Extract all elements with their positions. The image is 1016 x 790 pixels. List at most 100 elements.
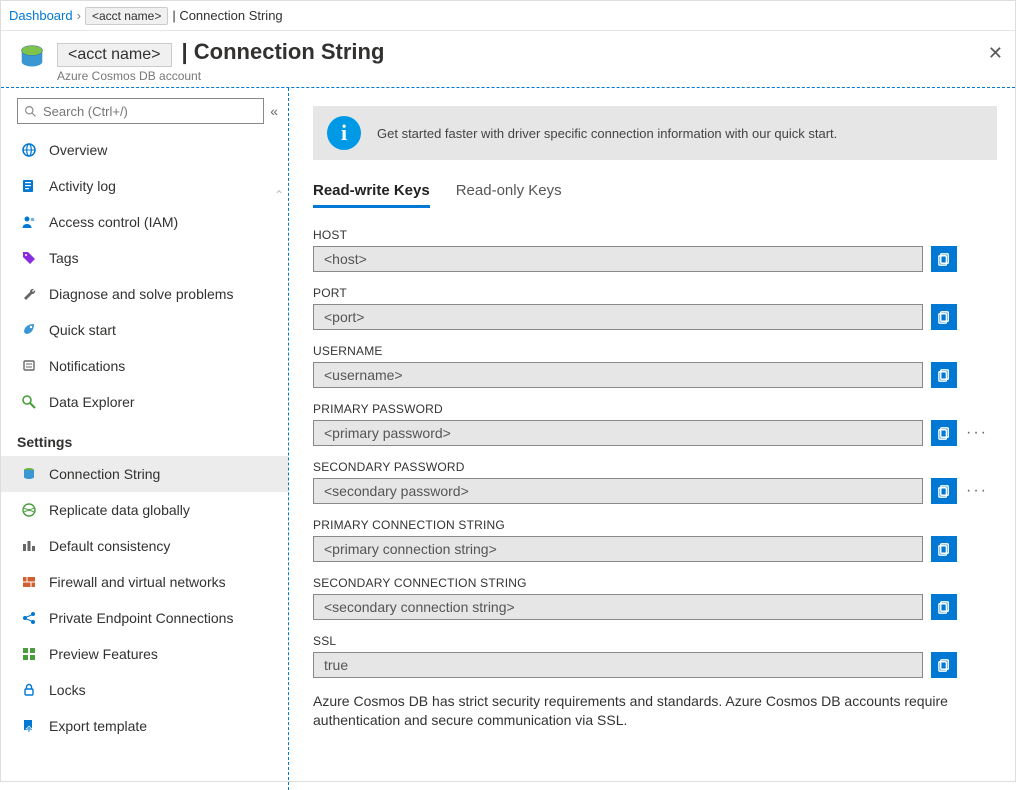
export-icon [21,718,37,734]
field-primary-connection-string: PRIMARY CONNECTION STRING <primary conne… [313,518,997,562]
wrench-icon [21,286,37,302]
nav-data-explorer[interactable]: Data Explorer [1,384,288,420]
value-username[interactable]: <username> [313,362,923,388]
label-primary-password: PRIMARY PASSWORD [313,402,997,416]
nav-export-template[interactable]: Export template [1,708,288,744]
field-ssl: SSL true [313,634,997,678]
nav-label: Activity log [49,178,116,194]
nav-activity-log[interactable]: Activity log [1,168,288,204]
page-title: | Connection String [182,39,385,65]
db-icon [21,466,37,482]
globe-icon [21,142,37,158]
nav-locks[interactable]: Locks [1,672,288,708]
copy-username-button[interactable] [931,362,957,388]
nav-label: Private Endpoint Connections [49,610,233,626]
nav-label: Replicate data globally [49,502,190,518]
tabs: Read-write Keys Read-only Keys [313,182,997,208]
nav-private-endpoint[interactable]: Private Endpoint Connections [1,600,288,636]
nav-tags[interactable]: Tags [1,240,288,276]
header-account-name: <acct name> [57,43,172,67]
value-primary-password[interactable]: <primary password> [313,420,923,446]
tab-read-write[interactable]: Read-write Keys [313,182,430,208]
field-secondary-password: SECONDARY PASSWORD <secondary password> … [313,460,997,504]
copy-secondary-connection-string-button[interactable] [931,594,957,620]
nav-consistency[interactable]: Default consistency [1,528,288,564]
field-host: HOST <host> [313,228,997,272]
explorer-icon [21,394,37,410]
nav-label: Export template [49,718,147,734]
main-content: i Get started faster with driver specifi… [289,88,1015,790]
field-port: PORT <port> [313,286,997,330]
scrollbar-up-icon[interactable]: ⌃ [274,188,284,202]
copy-primary-connection-string-button[interactable] [931,536,957,562]
nav-label: Locks [49,682,86,698]
more-secondary-password-button[interactable]: ··· [965,482,989,500]
copy-port-button[interactable] [931,304,957,330]
field-primary-password: PRIMARY PASSWORD <primary password> ··· [313,402,997,446]
nav-label: Diagnose and solve problems [49,286,233,302]
nav-access-control[interactable]: Access control (IAM) [1,204,288,240]
grid-icon [21,646,37,662]
search-icon [24,105,37,118]
network-icon [21,610,37,626]
bell-icon [21,358,37,374]
sidebar: « ⌃ Overview Activity log Access control… [1,88,289,790]
nav-notifications[interactable]: Notifications [1,348,288,384]
value-secondary-connection-string[interactable]: <secondary connection string> [313,594,923,620]
nav-label: Tags [49,250,79,266]
globe-replicate-icon [21,502,37,518]
info-icon: i [327,116,361,150]
label-host: HOST [313,228,997,242]
nav-label: Default consistency [49,538,170,554]
nav-label: Firewall and virtual networks [49,574,226,590]
nav-preview[interactable]: Preview Features [1,636,288,672]
nav-label: Quick start [49,322,116,338]
log-icon [21,178,37,194]
info-banner: i Get started faster with driver specifi… [313,106,997,160]
value-primary-connection-string[interactable]: <primary connection string> [313,536,923,562]
breadcrumb: Dashboard › <acct name> | Connection Str… [1,1,1015,31]
more-primary-password-button[interactable]: ··· [965,424,989,442]
label-secondary-connection-string: SECONDARY CONNECTION STRING [313,576,997,590]
label-secondary-password: SECONDARY PASSWORD [313,460,997,474]
copy-ssl-button[interactable] [931,652,957,678]
value-host[interactable]: <host> [313,246,923,272]
label-port: PORT [313,286,997,300]
nav-label: Data Explorer [49,394,135,410]
tab-read-only[interactable]: Read-only Keys [456,182,562,208]
nav-firewall[interactable]: Firewall and virtual networks [1,564,288,600]
nav-label: Notifications [49,358,125,374]
chevron-right-icon: › [77,8,81,23]
label-username: USERNAME [313,344,997,358]
people-icon [21,214,37,230]
blade-header: <acct name> | Connection String Azure Co… [1,31,1015,88]
nav-label: Preview Features [49,646,158,662]
collapse-sidebar-button[interactable]: « [270,103,278,119]
value-port[interactable]: <port> [313,304,923,330]
nav-label: Connection String [49,466,160,482]
label-ssl: SSL [313,634,997,648]
field-secondary-connection-string: SECONDARY CONNECTION STRING <secondary c… [313,576,997,620]
consistency-icon [21,538,37,554]
breadcrumb-dashboard[interactable]: Dashboard [9,8,73,23]
copy-secondary-password-button[interactable] [931,478,957,504]
label-primary-connection-string: PRIMARY CONNECTION STRING [313,518,997,532]
search-field[interactable] [43,104,257,119]
nav-quick-start[interactable]: Quick start [1,312,288,348]
security-note: Azure Cosmos DB has strict security requ… [313,692,973,730]
copy-host-button[interactable] [931,246,957,272]
value-secondary-password[interactable]: <secondary password> [313,478,923,504]
nav-connection-string[interactable]: Connection String [1,456,288,492]
breadcrumb-tail: | Connection String [172,8,282,23]
copy-primary-password-button[interactable] [931,420,957,446]
nav-overview[interactable]: Overview [1,132,288,168]
nav-label: Access control (IAM) [49,214,178,230]
nav-replicate[interactable]: Replicate data globally [1,492,288,528]
rocket-icon [21,322,37,338]
nav-diagnose[interactable]: Diagnose and solve problems [1,276,288,312]
search-input[interactable] [17,98,264,124]
field-username: USERNAME <username> [313,344,997,388]
close-button[interactable]: ✕ [988,43,1003,64]
value-ssl[interactable]: true [313,652,923,678]
breadcrumb-account[interactable]: <acct name> [85,7,168,25]
